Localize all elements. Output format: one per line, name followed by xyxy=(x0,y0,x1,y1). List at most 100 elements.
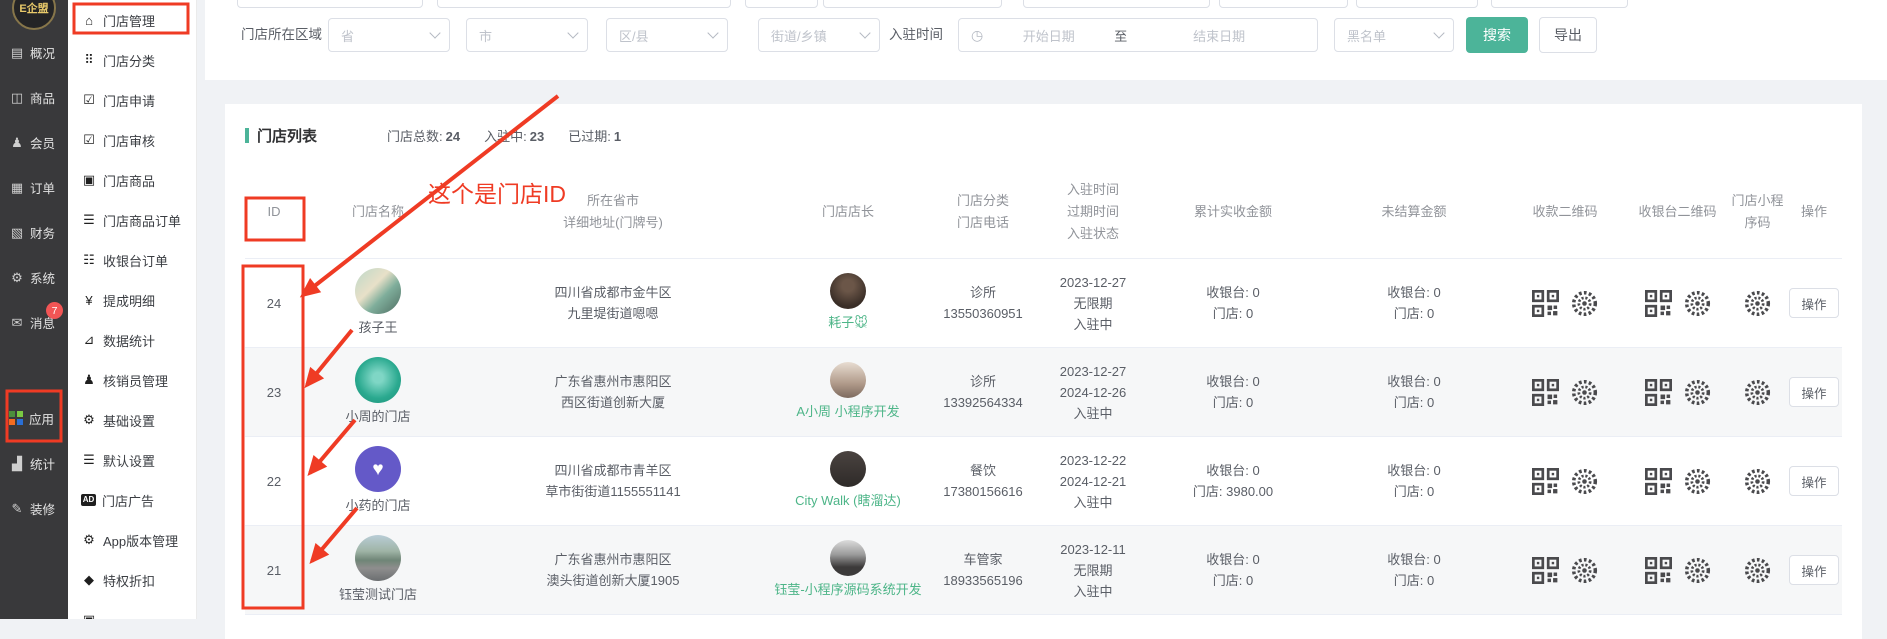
top-form-input[interactable] xyxy=(437,0,731,8)
submenu-item-verifier-management[interactable]: ♟ 核销员管理 xyxy=(68,360,196,400)
sidebar-item-statistics[interactable]: ▟ 统计 xyxy=(0,441,68,486)
submenu-item-store-goods[interactable]: ▣ 门店商品 xyxy=(68,160,196,200)
sidebar-item-goods[interactable]: ◫ 商品 xyxy=(0,75,68,120)
store-avatar: ♥ xyxy=(355,446,401,492)
payment-qr-icon[interactable] xyxy=(1532,379,1559,406)
region-filter-label: 门店所在区域 xyxy=(241,18,322,52)
sidebar-item-apps[interactable]: 应用 xyxy=(0,396,68,441)
export-button[interactable]: 导出 xyxy=(1539,17,1597,53)
cashier-roundqr-icon[interactable] xyxy=(1684,290,1711,317)
miniprogram-qr-icon[interactable] xyxy=(1744,468,1771,495)
search-button[interactable]: 搜索 xyxy=(1466,17,1528,53)
top-form-input[interactable] xyxy=(745,0,818,8)
cashier-qr-icon[interactable] xyxy=(1645,468,1672,495)
cashier-qr-icon[interactable] xyxy=(1645,379,1672,406)
manager-name-link[interactable]: A小周 小程序开发 xyxy=(773,401,923,422)
top-form-input[interactable] xyxy=(1219,0,1348,8)
store-icon: ⌂ xyxy=(81,13,97,28)
submenu-label: 门店申请 xyxy=(103,91,155,110)
submenu-item-partial[interactable]: ▣ xyxy=(68,600,196,619)
top-form-input[interactable] xyxy=(823,0,1002,8)
payment-qr-cell xyxy=(1505,290,1625,317)
submenu-item-cashier-orders[interactable]: ☷ 收银台订单 xyxy=(68,240,196,280)
miniprogram-qr-icon[interactable] xyxy=(1744,379,1771,406)
manager-name-link[interactable]: 钰莹-小程序源码系统开发 xyxy=(773,579,923,600)
manager-name-link[interactable]: City Walk (瞎溜达) xyxy=(773,490,923,511)
top-form-input[interactable] xyxy=(1356,0,1478,8)
submenu-item-default-settings[interactable]: ☰ 默认设置 xyxy=(68,440,196,480)
store-phone: 13392564334 xyxy=(923,392,1043,413)
ad-icon: AD xyxy=(81,494,96,506)
store-management-page: E企盟 ▤ 概况 ◫ 商品 ♟ 会员 ▦ 订单 ▧ 财务 ⚙ 系统 ✉ 消息 7 xyxy=(0,0,1887,619)
sidebar-item-messages[interactable]: ✉ 消息 7 xyxy=(0,300,68,345)
submenu-item-store-category[interactable]: ⠿ 门店分类 xyxy=(68,40,196,80)
submenu-item-privilege-discount[interactable]: ◆ 特权折扣 xyxy=(68,560,196,600)
cashier-qr-icon[interactable] xyxy=(1645,557,1672,584)
store-phone: 13550360951 xyxy=(923,303,1043,324)
row-action-button[interactable]: 操作 xyxy=(1789,377,1839,407)
header-store-name: 门店名称 xyxy=(303,201,453,223)
cashier-roundqr-icon[interactable] xyxy=(1684,557,1711,584)
store-address-cell: 四川省成都市青羊区 草市街街道1155551141 xyxy=(453,460,773,502)
header-miniprogram-qr: 门店小程 序码 xyxy=(1730,190,1785,234)
header-line: 门店分类 xyxy=(923,190,1043,212)
submenu-item-data-statistics[interactable]: ⊿ 数据统计 xyxy=(68,320,196,360)
payment-roundqr-icon[interactable] xyxy=(1571,290,1598,317)
amount-value: 0 xyxy=(1434,463,1441,478)
top-form-input[interactable] xyxy=(1491,0,1628,8)
payment-qr-icon[interactable] xyxy=(1532,557,1559,584)
store-address-cell: 四川省成都市金牛区 九里堤街道嗯嗯 xyxy=(453,282,773,324)
cashier-roundqr-icon[interactable] xyxy=(1684,468,1711,495)
row-action-button[interactable]: 操作 xyxy=(1789,555,1839,585)
sidebar-item-members[interactable]: ♟ 会员 xyxy=(0,120,68,165)
street-select[interactable]: 街道/乡镇 xyxy=(758,18,880,52)
sidebar-item-finance[interactable]: ▧ 财务 xyxy=(0,210,68,255)
submenu-item-basic-settings[interactable]: ⚙ 基础设置 xyxy=(68,400,196,440)
date-range-input[interactable]: ◷ 开始日期 至 结束日期 xyxy=(958,18,1318,52)
submenu-item-commission-detail[interactable]: ¥ 提成明细 xyxy=(68,280,196,320)
cashier-qr-cell xyxy=(1625,290,1730,317)
entry-status: 入驻中 xyxy=(1043,492,1143,513)
sidebar-item-decorate[interactable]: ✎ 装修 xyxy=(0,486,68,531)
submenu-item-store-review[interactable]: ☑ 门店审核 xyxy=(68,120,196,160)
submenu-item-store-management[interactable]: ⌂ 门店管理 xyxy=(68,0,196,40)
action-cell: 操作 xyxy=(1785,288,1843,318)
payment-qr-icon[interactable] xyxy=(1532,290,1559,317)
sidebar-item-label: 装修 xyxy=(30,499,55,518)
app-logo[interactable]: E企盟 xyxy=(12,0,56,30)
province-select[interactable]: 省 xyxy=(328,18,450,52)
expire-date: 2024-12-21 xyxy=(1043,471,1143,492)
miniprogram-qr-icon[interactable] xyxy=(1744,290,1771,317)
top-form-input[interactable] xyxy=(1023,0,1210,8)
amount-label: 收银台: xyxy=(1387,463,1430,478)
miniprogram-qr-icon[interactable] xyxy=(1744,557,1771,584)
city-select[interactable]: 市 xyxy=(466,18,588,52)
manager-name-link[interactable]: 耗子🐭 xyxy=(773,312,923,333)
top-form-input[interactable] xyxy=(237,0,423,8)
amount-label: 门店: xyxy=(1394,306,1424,321)
row-action-button[interactable]: 操作 xyxy=(1789,288,1839,318)
yen-icon: ¥ xyxy=(81,293,97,308)
submenu-label: 提成明细 xyxy=(103,291,155,310)
store-avatar xyxy=(355,357,401,403)
district-select[interactable]: 区/县 xyxy=(606,18,728,52)
submenu-item-store-ads[interactable]: AD 门店广告 xyxy=(68,480,196,520)
sidebar-item-overview[interactable]: ▤ 概况 xyxy=(0,30,68,75)
payment-qr-icon[interactable] xyxy=(1532,468,1559,495)
tag-icon: ◆ xyxy=(81,572,97,588)
row-action-button[interactable]: 操作 xyxy=(1789,466,1839,496)
end-date-placeholder: 结束日期 xyxy=(1131,26,1307,45)
finance-icon: ▧ xyxy=(9,225,25,241)
sidebar-item-orders[interactable]: ▦ 订单 xyxy=(0,165,68,210)
cashier-roundqr-icon[interactable] xyxy=(1684,379,1711,406)
blacklist-select[interactable]: 黑名单 xyxy=(1334,18,1454,52)
submenu-item-store-apply[interactable]: ☑ 门店申请 xyxy=(68,80,196,120)
sidebar-item-system[interactable]: ⚙ 系统 xyxy=(0,255,68,300)
payment-roundqr-icon[interactable] xyxy=(1571,468,1598,495)
submenu-item-store-goods-orders[interactable]: ☰ 门店商品订单 xyxy=(68,200,196,240)
header-line: 门店电话 xyxy=(923,212,1043,234)
cashier-qr-icon[interactable] xyxy=(1645,290,1672,317)
payment-roundqr-icon[interactable] xyxy=(1571,557,1598,584)
payment-roundqr-icon[interactable] xyxy=(1571,379,1598,406)
submenu-item-app-version[interactable]: ⚙ App版本管理 xyxy=(68,520,196,560)
